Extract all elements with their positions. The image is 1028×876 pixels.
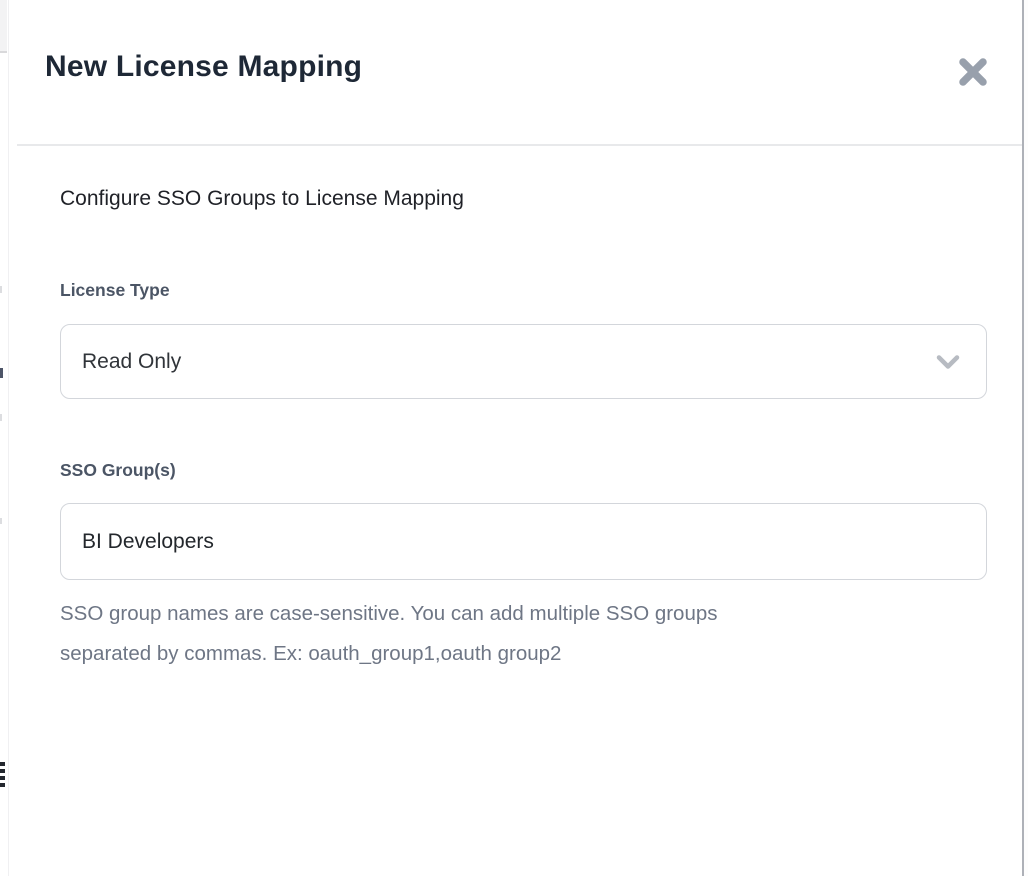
license-type-select[interactable]: Read Only bbox=[60, 324, 987, 399]
license-type-label: License Type bbox=[60, 280, 170, 301]
page-behind-fragment bbox=[0, 518, 2, 524]
list-icon-dash bbox=[0, 769, 5, 773]
list-icon bbox=[0, 762, 5, 790]
page-behind-fragment bbox=[0, 0, 7, 53]
modal-title: New License Mapping bbox=[45, 50, 362, 84]
modal-heading: Configure SSO Groups to License Mapping bbox=[60, 187, 464, 211]
license-type-selected-value: Read Only bbox=[82, 350, 181, 374]
close-icon bbox=[958, 57, 988, 87]
chevron-down-icon bbox=[936, 354, 960, 369]
page-behind-fragment bbox=[0, 414, 2, 421]
close-button[interactable] bbox=[953, 52, 993, 92]
sso-groups-help-text: SSO group names are case-sensitive. You … bbox=[60, 602, 718, 626]
header-divider bbox=[17, 144, 1028, 146]
list-icon-dash bbox=[0, 776, 5, 780]
sso-groups-label: SSO Group(s) bbox=[60, 460, 176, 481]
viewport-right-strip bbox=[1024, 0, 1028, 876]
list-icon-dash bbox=[0, 783, 5, 787]
page-behind-strip bbox=[0, 0, 8, 876]
new-license-mapping-modal: New License Mapping Configure SSO Groups… bbox=[8, 0, 1022, 876]
page-behind-fragment bbox=[0, 286, 2, 293]
sso-groups-help-text: separated by commas. Ex: oauth_group1,oa… bbox=[60, 642, 561, 666]
page-behind-fragment bbox=[0, 368, 3, 378]
list-icon-dash bbox=[0, 762, 5, 766]
sso-groups-input[interactable] bbox=[60, 503, 987, 580]
